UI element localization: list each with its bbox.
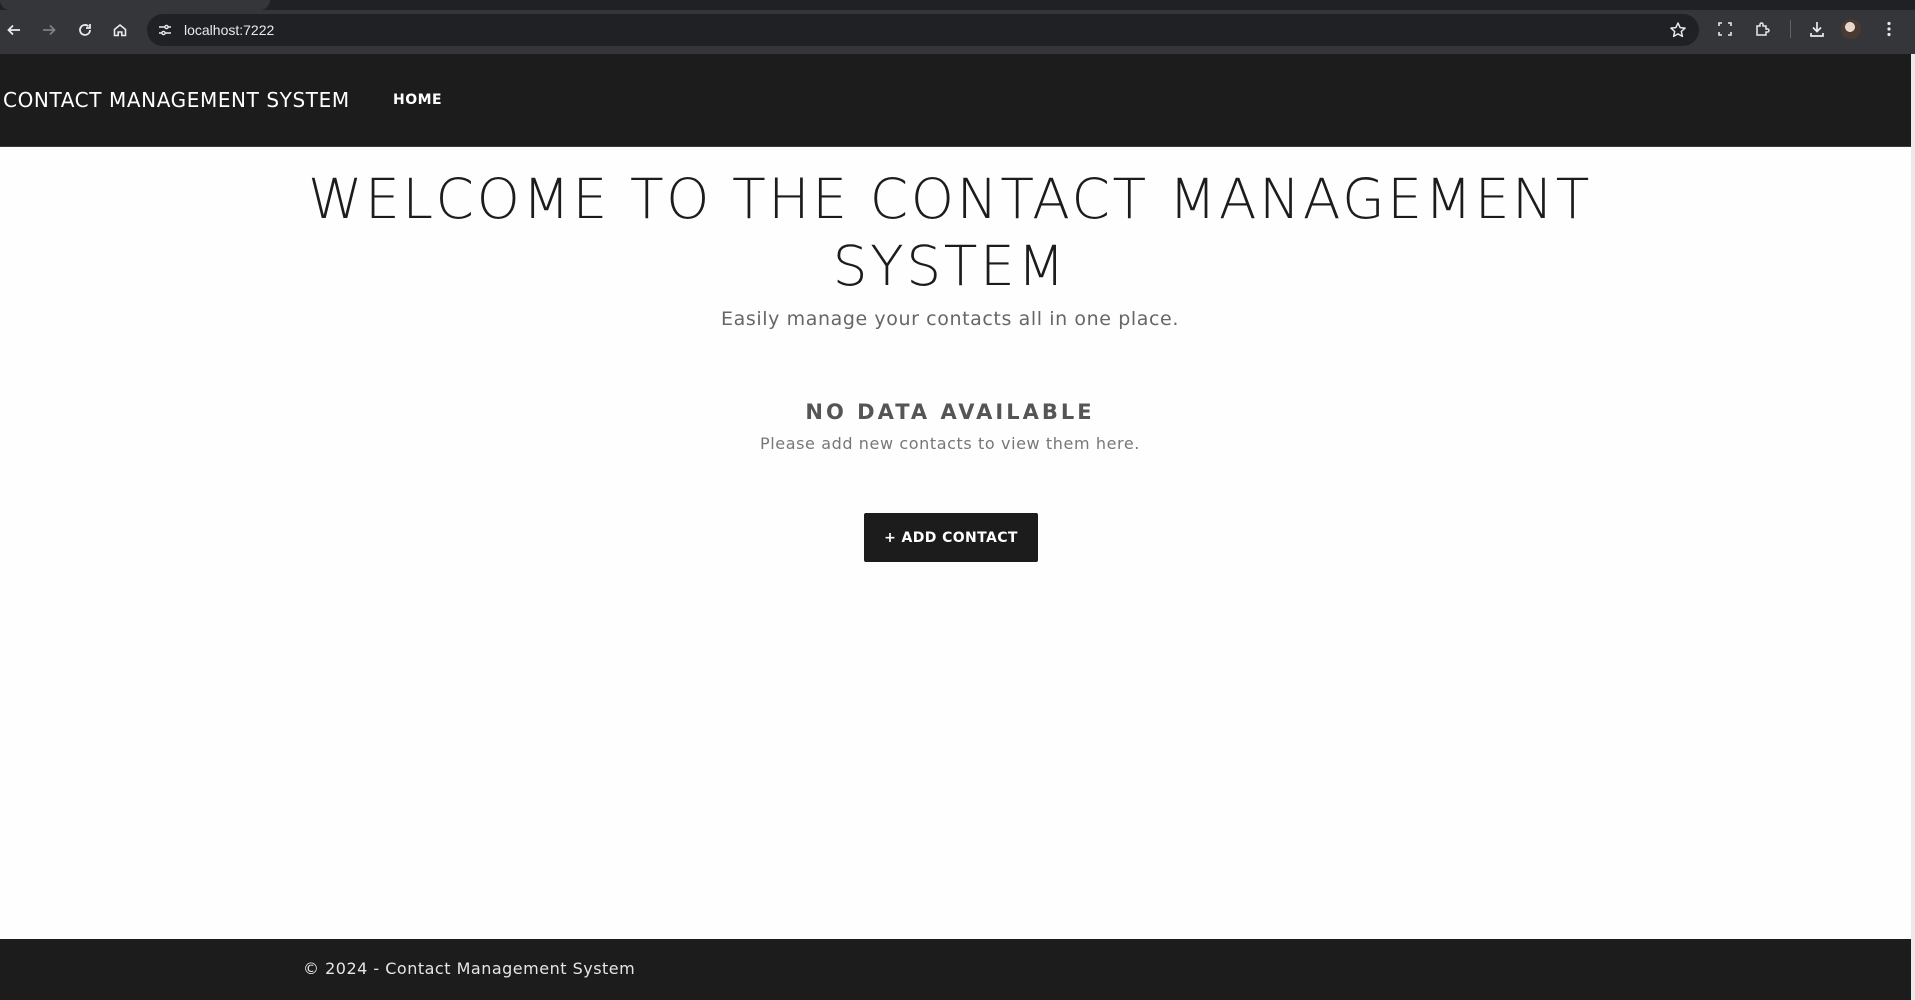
bookmark-star-icon[interactable] bbox=[1669, 21, 1687, 39]
site-settings-icon[interactable] bbox=[157, 22, 173, 38]
screenshot-icon[interactable] bbox=[1714, 18, 1736, 40]
reload-icon[interactable] bbox=[73, 18, 97, 42]
empty-state-message: Please add new contacts to view them her… bbox=[759, 434, 1140, 453]
add-contact-button[interactable]: + ADD CONTACT bbox=[864, 513, 1038, 562]
active-tab[interactable] bbox=[0, 0, 270, 10]
app-navbar: CONTACT MANAGEMENT SYSTEM HOME bbox=[0, 54, 1911, 147]
page-subtitle: Easily manage your contacts all in one p… bbox=[721, 308, 1179, 330]
browser-toolbar: localhost:7222 bbox=[0, 0, 1915, 54]
extensions-icon[interactable] bbox=[1752, 18, 1774, 40]
home-icon[interactable] bbox=[108, 18, 132, 42]
more-menu-icon[interactable] bbox=[1878, 18, 1900, 40]
scrollbar-track[interactable] bbox=[1911, 54, 1915, 1000]
footer-copyright: © 2024 - Contact Management System bbox=[303, 959, 636, 978]
page-title: WELCOME TO THE CONTACT MANAGEMENT SYSTEM bbox=[307, 167, 1592, 298]
url-text[interactable]: localhost:7222 bbox=[184, 20, 274, 40]
nav-link-home[interactable]: HOME bbox=[393, 90, 442, 110]
forward-arrow-icon[interactable] bbox=[37, 18, 61, 42]
tab-strip bbox=[0, 0, 1915, 10]
toolbar-separator bbox=[1790, 20, 1791, 38]
download-icon[interactable] bbox=[1806, 18, 1828, 40]
profile-avatar[interactable] bbox=[1841, 19, 1861, 39]
page-footer: © 2024 - Contact Management System bbox=[0, 939, 1911, 1000]
back-arrow-icon[interactable] bbox=[2, 18, 26, 42]
empty-state-title: NO DATA AVAILABLE bbox=[805, 400, 1095, 424]
main-content: WELCOME TO THE CONTACT MANAGEMENT SYSTEM… bbox=[0, 146, 1911, 939]
brand-logo-text[interactable]: CONTACT MANAGEMENT SYSTEM bbox=[3, 87, 350, 113]
address-bar[interactable]: localhost:7222 bbox=[147, 14, 1699, 46]
